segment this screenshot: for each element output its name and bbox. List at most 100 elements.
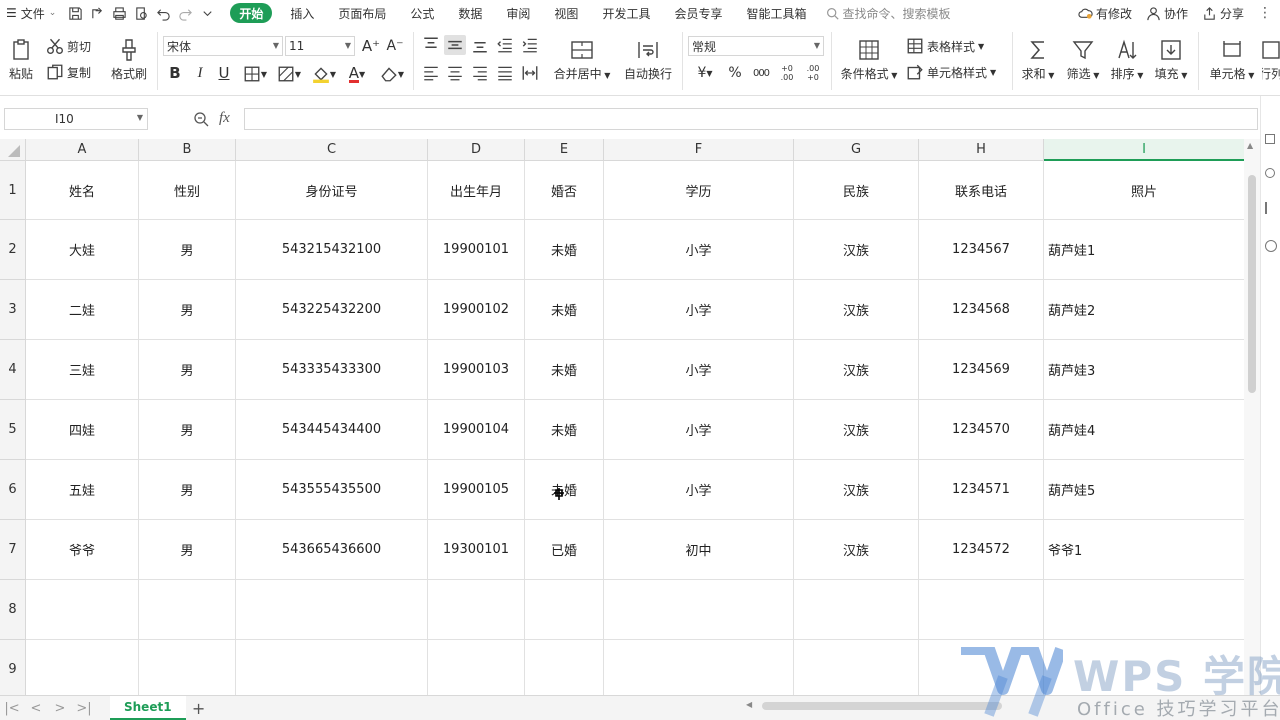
align-middle-button[interactable] xyxy=(444,35,466,55)
cell-style-button[interactable]: 单元格样式 ▼ xyxy=(906,62,996,82)
font-size-select[interactable]: 11 ▼ xyxy=(285,36,355,56)
table-cell[interactable]: 大娃 xyxy=(26,220,139,280)
table-cell[interactable]: 葫芦娃2 xyxy=(1044,280,1244,340)
table-cell[interactable]: 男 xyxy=(139,220,236,280)
table-cell[interactable]: 汉族 xyxy=(794,460,919,520)
header-cell[interactable]: 联系电话 xyxy=(919,161,1044,220)
table-cell[interactable] xyxy=(919,640,1044,695)
table-cell[interactable] xyxy=(525,640,604,695)
table-cell[interactable]: 男 xyxy=(139,340,236,400)
row-header-9[interactable]: 9 xyxy=(0,640,26,695)
row-header-6[interactable]: 6 xyxy=(0,460,26,520)
align-left-button[interactable] xyxy=(420,62,442,84)
cut-button[interactable]: 剪切 xyxy=(46,36,91,56)
export-icon[interactable] xyxy=(86,2,108,24)
column-header-b[interactable]: B xyxy=(139,139,236,161)
share-button[interactable]: 分享 xyxy=(1202,5,1244,22)
column-header-g[interactable]: G xyxy=(794,139,919,161)
table-cell[interactable]: 19900103 xyxy=(428,340,525,400)
justify-button[interactable] xyxy=(494,62,516,84)
sort-button[interactable]: 排序 ▼ xyxy=(1106,32,1148,88)
tab-home[interactable]: 开始 xyxy=(230,3,273,23)
changes-button[interactable]: 有修改 xyxy=(1078,5,1132,22)
cell-button[interactable]: 单元格 ▼ xyxy=(1204,32,1260,88)
table-cell[interactable]: 19900102 xyxy=(428,280,525,340)
sheet-tab-sheet1[interactable]: Sheet1 xyxy=(110,696,186,720)
underline-button[interactable]: U xyxy=(213,62,235,84)
table-cell[interactable]: 男 xyxy=(139,460,236,520)
row-header-2[interactable]: 2 xyxy=(0,220,26,280)
table-cell[interactable]: 汉族 xyxy=(794,220,919,280)
sum-button[interactable]: 求和 ▼ xyxy=(1018,32,1058,88)
next-sheet-icon[interactable]: > xyxy=(48,697,72,719)
table-cell[interactable]: 汉族 xyxy=(794,280,919,340)
rowcol-button[interactable]: 行列 xyxy=(1262,32,1280,88)
row-header-4[interactable]: 4 xyxy=(0,340,26,400)
select-all-corner[interactable] xyxy=(0,139,26,161)
table-cell[interactable]: 葫芦娃4 xyxy=(1044,400,1244,460)
header-cell[interactable]: 身份证号 xyxy=(236,161,428,220)
table-cell[interactable] xyxy=(26,640,139,695)
filter-button[interactable]: 筛选 ▼ xyxy=(1062,32,1104,88)
table-cell[interactable]: 四娃 xyxy=(26,400,139,460)
table-cell[interactable]: 543555435500 xyxy=(236,460,428,520)
table-cell[interactable] xyxy=(604,580,794,640)
currency-button[interactable]: ¥ ▼ xyxy=(690,62,720,84)
fill-color-button[interactable]: ▼ xyxy=(308,63,340,85)
header-cell[interactable]: 性别 xyxy=(139,161,236,220)
increase-decimal-button[interactable]: +0 .00 xyxy=(774,62,800,84)
header-cell[interactable]: 学历 xyxy=(604,161,794,220)
table-cell[interactable]: 男 xyxy=(139,400,236,460)
table-cell[interactable]: 19900104 xyxy=(428,400,525,460)
file-menu[interactable]: ☰ 文件 ⌄ xyxy=(0,0,56,26)
table-cell[interactable] xyxy=(139,640,236,695)
column-header-d[interactable]: D xyxy=(428,139,525,161)
table-cell[interactable]: 1234569 xyxy=(919,340,1044,400)
first-sheet-icon[interactable]: |< xyxy=(0,697,24,719)
align-right-button[interactable] xyxy=(469,62,491,84)
cell-pattern-button[interactable]: ▼ xyxy=(274,63,304,85)
last-sheet-icon[interactable]: >| xyxy=(72,697,96,719)
table-cell[interactable] xyxy=(236,640,428,695)
panel-icon[interactable] xyxy=(1265,134,1275,144)
table-cell[interactable]: 汉族 xyxy=(794,520,919,580)
customize-toolbar-icon[interactable] xyxy=(196,2,218,24)
horizontal-scroll-thumb[interactable] xyxy=(762,702,1002,710)
header-cell[interactable]: 民族 xyxy=(794,161,919,220)
tab-formulas[interactable]: 公式 xyxy=(398,0,446,26)
redo-icon[interactable] xyxy=(174,2,196,24)
vertical-scroll-thumb[interactable] xyxy=(1248,175,1256,393)
command-search[interactable]: 查找命令、搜索模板 xyxy=(826,5,951,22)
table-cell[interactable]: 汉族 xyxy=(794,340,919,400)
column-header-e[interactable]: E xyxy=(525,139,604,161)
zoom-icon[interactable] xyxy=(193,111,211,129)
header-cell[interactable]: 婚否 xyxy=(525,161,604,220)
table-cell[interactable]: 葫芦娃1 xyxy=(1044,220,1244,280)
table-cell[interactable]: 五娃 xyxy=(26,460,139,520)
column-header-c[interactable]: C xyxy=(236,139,428,161)
column-header-h[interactable]: H xyxy=(919,139,1044,161)
row-header-7[interactable]: 7 xyxy=(0,520,26,580)
table-cell[interactable]: 543215432100 xyxy=(236,220,428,280)
align-center-button[interactable] xyxy=(444,62,466,84)
table-cell[interactable]: 543445434400 xyxy=(236,400,428,460)
name-box[interactable]: I10 ▼ xyxy=(4,108,148,130)
table-cell[interactable] xyxy=(428,580,525,640)
add-sheet-button[interactable]: + xyxy=(186,697,212,719)
table-cell[interactable] xyxy=(525,580,604,640)
clear-format-button[interactable]: ▼ xyxy=(377,63,407,85)
formula-input[interactable] xyxy=(244,108,1258,130)
collaborate-button[interactable]: 协作 xyxy=(1146,5,1188,22)
table-cell[interactable]: 汉族 xyxy=(794,400,919,460)
decrease-decimal-button[interactable]: .00 +0 xyxy=(800,62,826,84)
borders-button[interactable]: ▼ xyxy=(240,63,270,85)
table-cell[interactable]: 小学 xyxy=(604,460,794,520)
tab-smart-tools[interactable]: 智能工具箱 xyxy=(734,0,818,26)
table-cell[interactable]: 1234572 xyxy=(919,520,1044,580)
column-header-i[interactable]: I xyxy=(1044,139,1244,161)
undo-icon[interactable] xyxy=(152,2,174,24)
tab-review[interactable]: 审阅 xyxy=(494,0,542,26)
table-cell[interactable] xyxy=(1044,580,1244,640)
prev-sheet-icon[interactable]: < xyxy=(24,697,48,719)
print-preview-icon[interactable] xyxy=(130,2,152,24)
